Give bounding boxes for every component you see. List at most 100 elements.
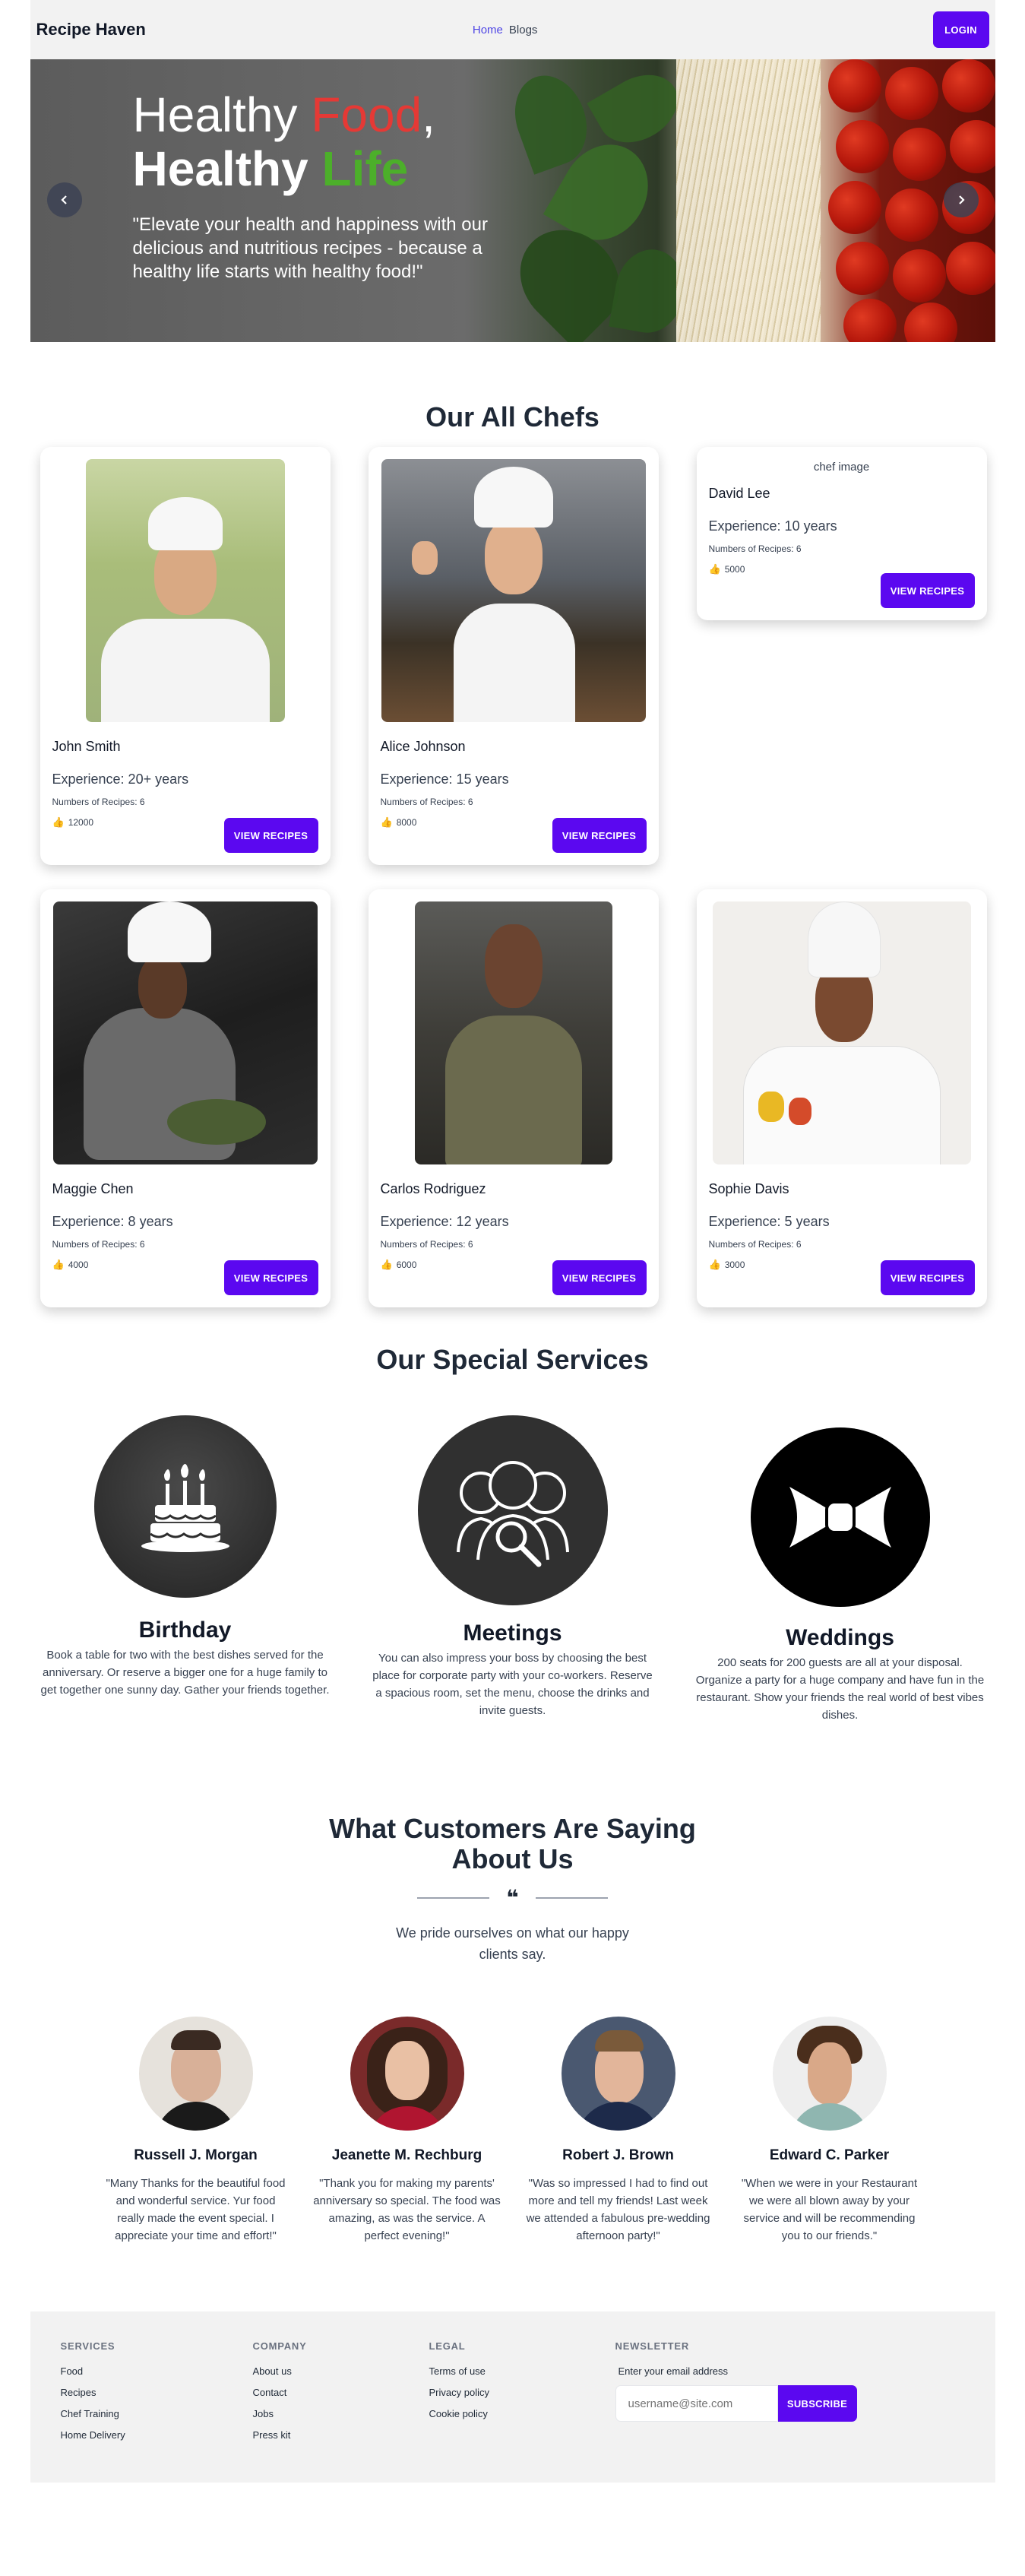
view-recipes-button[interactable]: VIEW RECIPES	[223, 818, 318, 853]
footer-heading-legal: LEGAL	[429, 2340, 466, 2352]
service-item: Meetings You can also impress your boss …	[369, 1415, 657, 1724]
chef-photo	[712, 901, 971, 1164]
chef-photo	[52, 901, 318, 1164]
chef-recipe-count: Numbers of Recipes: 6	[380, 797, 473, 807]
newsletter-label: Enter your email address	[618, 2365, 729, 2377]
footer-link-food[interactable]: Food	[61, 2365, 253, 2377]
testimonial-item: Jeanette M. Rechburg "Thank you for maki…	[313, 2017, 501, 2245]
chef-recipe-count: Numbers of Recipes: 6	[52, 797, 145, 807]
testimonial-text: "When we were in your Restaurant we were…	[741, 2177, 918, 2242]
chef-photo	[85, 459, 285, 722]
divider-line	[535, 1896, 608, 1899]
thumbs-up-icon: 👍	[52, 816, 65, 828]
hero-heading-line2: Healthy Life	[133, 144, 513, 193]
view-recipes-button[interactable]: VIEW RECIPES	[223, 1260, 318, 1295]
thumbs-up-icon: 👍	[52, 1259, 65, 1270]
food-plate	[166, 1099, 266, 1145]
testimonial-item: Robert J. Brown "Was so impressed I had …	[524, 2017, 713, 2245]
chef-experience: Experience: 12 years	[380, 1214, 509, 1229]
chef-experience: Experience: 15 years	[380, 772, 509, 787]
carousel-next-button[interactable]	[943, 182, 979, 217]
chef-likes-count: 12000	[68, 817, 94, 828]
chef-recipe-count: Numbers of Recipes: 6	[708, 543, 802, 554]
tomato-image	[835, 120, 889, 173]
testimonial-name: Jeanette M. Rechburg	[331, 2147, 482, 2163]
tomato-image	[827, 59, 881, 112]
avatar	[561, 2017, 675, 2131]
footer-link-chef-training[interactable]: Chef Training	[61, 2408, 253, 2419]
hero-quote: "Elevate your health and happiness with …	[132, 214, 488, 282]
subscribe-button[interactable]: SUBSCRIBE	[777, 2385, 857, 2422]
footer-link-home-delivery[interactable]: Home Delivery	[61, 2429, 253, 2441]
view-recipes-button[interactable]: VIEW RECIPES	[552, 818, 647, 853]
footer-link-contact[interactable]: Contact	[253, 2387, 429, 2398]
service-description: Book a table for two with the best dishe…	[40, 1649, 330, 1697]
footer-link-press-kit[interactable]: Press kit	[253, 2429, 429, 2441]
view-recipes-button[interactable]: VIEW RECIPES	[552, 1260, 647, 1295]
footer-link-recipes[interactable]: Recipes	[61, 2387, 253, 2398]
avatar-shirt	[153, 2102, 238, 2131]
spaghetti-image	[675, 59, 821, 342]
hero-comma: ,	[422, 87, 435, 142]
footer-link-terms[interactable]: Terms of use	[429, 2365, 615, 2377]
service-item: Birthday Book a table for two with the b…	[41, 1415, 330, 1724]
tomato-image	[945, 242, 995, 295]
chef-coat	[453, 604, 575, 722]
chef-likes-count: 4000	[68, 1259, 89, 1270]
chef-photo	[414, 901, 612, 1164]
chevron-right-icon	[958, 195, 965, 204]
chef-apron	[444, 1016, 582, 1164]
avatar-shirt	[574, 2102, 662, 2131]
chef-likes-count: 8000	[396, 817, 417, 828]
testimonial-name: Russell J. Morgan	[134, 2147, 258, 2163]
chefs-section-title: Our All Chefs	[426, 401, 599, 433]
chef-coat	[100, 619, 270, 722]
testimonial-text: "Was so impressed I had to find out more…	[526, 2177, 710, 2242]
brand-logo[interactable]: Recipe Haven	[36, 20, 146, 40]
footer-heading-services: SERVICES	[60, 2340, 115, 2352]
hero-text: Healthy Food, Healthy Life "Elevate your…	[133, 85, 513, 284]
chef-recipe-count: Numbers of Recipes: 6	[708, 1239, 802, 1250]
testimonials-title-line2: About Us	[451, 1843, 574, 1874]
view-recipes-button[interactable]: VIEW RECIPES	[880, 573, 975, 608]
tomato-image	[835, 242, 889, 295]
footer-link-about[interactable]: About us	[253, 2365, 429, 2377]
service-description: You can also impress your boss by choosi…	[372, 1652, 653, 1717]
thumbs-up-icon: 👍	[380, 1259, 393, 1270]
nav-link-home[interactable]: Home	[473, 24, 503, 36]
footer-legal-column: LEGAL Terms of use Privacy policy Cookie…	[429, 2340, 615, 2454]
nav-link-blogs[interactable]: Blogs	[509, 24, 538, 36]
chevron-left-icon	[60, 195, 67, 204]
divider-line	[417, 1896, 490, 1899]
footer-heading-newsletter: NEWSLETTER	[615, 2340, 690, 2352]
navbar: Recipe Haven Home Blogs LOGIN	[30, 0, 995, 59]
services-section-title: Our Special Services	[376, 1344, 649, 1375]
chef-badge	[788, 1098, 811, 1125]
login-button[interactable]: LOGIN	[932, 11, 989, 48]
chef-recipe-count: Numbers of Recipes: 6	[52, 1239, 145, 1250]
service-name: Weddings	[786, 1625, 894, 1650]
chef-face	[138, 955, 187, 1019]
footer-heading-company: COMPANY	[252, 2340, 307, 2352]
footer-company-column: COMPANY About us Contact Jobs Press kit	[253, 2340, 429, 2454]
testimonial-text: "Thank you for making my parents' annive…	[313, 2177, 501, 2242]
view-recipes-button[interactable]: VIEW RECIPES	[880, 1260, 975, 1295]
footer-link-jobs[interactable]: Jobs	[253, 2408, 429, 2419]
footer-link-privacy[interactable]: Privacy policy	[429, 2387, 615, 2398]
testimonial-text: "Many Thanks for the beautiful food and …	[106, 2177, 286, 2242]
chef-likes-count: 6000	[396, 1259, 417, 1270]
newsletter-email-input[interactable]	[615, 2385, 778, 2422]
testimonial-item: Russell J. Morgan "Many Thanks for the b…	[102, 2017, 290, 2245]
chef-photo	[381, 459, 646, 722]
bow-tie-graphic	[789, 1487, 891, 1548]
carousel-prev-button[interactable]	[46, 182, 82, 217]
chef-card: chef image David Lee Experience: 10 year…	[696, 447, 987, 620]
thumbs-up-icon: 👍	[380, 816, 393, 828]
nav-links: Home Blogs	[473, 24, 538, 36]
footer-link-cookie[interactable]: Cookie policy	[429, 2408, 615, 2419]
meeting-people-icon	[417, 1415, 608, 1605]
avatar-hair	[170, 2030, 221, 2050]
services-list: Birthday Book a table for two with the b…	[30, 1415, 995, 1724]
chef-experience: Experience: 10 years	[708, 518, 837, 534]
tomato-image	[884, 189, 938, 242]
